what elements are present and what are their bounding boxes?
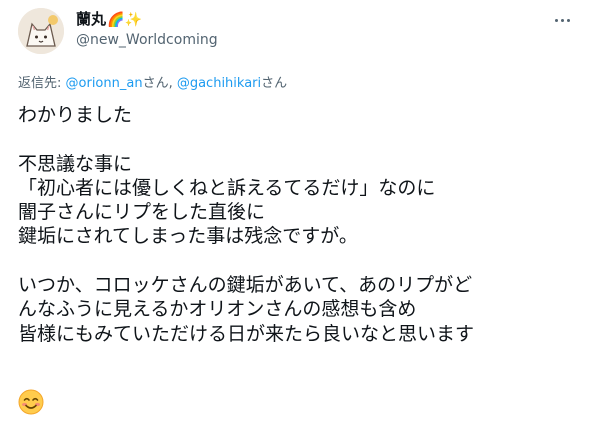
user-handle[interactable]: @new_Worldcoming: [76, 33, 218, 47]
cat-avatar-icon[interactable]: [18, 8, 64, 54]
more-options-button[interactable]: [552, 14, 572, 26]
display-name[interactable]: 蘭丸: [76, 10, 106, 28]
tweet-line: 「初心者には優しくねと訴えるてるだけ」なのに: [18, 176, 436, 199]
mention-link-2[interactable]: @gachihikari: [177, 76, 261, 91]
tweet-line: んなふうに見えるかオリオンさんの感想も含め: [18, 298, 417, 321]
reply-sep-2: さん: [261, 76, 288, 91]
tweet-line: いつか、コロッケさんの鍵垢があいて、あのリプがど: [18, 274, 473, 297]
smiling-face-emoji-icon: [18, 389, 44, 415]
rainbow-sparkles-icon: 🌈✨: [107, 12, 142, 28]
dot-icon: [566, 18, 570, 22]
replying-to: 返信先: @orionn_anさん, @gachihikariさん: [18, 72, 287, 91]
tweet-line: 闇子さんにリプをした直後に: [18, 201, 266, 224]
tweet-line: 皆様にもみていただける日が来たら良いなと思います: [18, 322, 475, 345]
reply-prefix: 返信先:: [18, 76, 66, 91]
tweet-text: わかりました 不思議な事に 「初心者には優しくねと訴えるてるだけ」なのに 闇子さ…: [18, 103, 578, 346]
dot-icon: [554, 18, 558, 22]
tweet-line: わかりました: [18, 104, 133, 126]
dot-icon: [560, 18, 564, 22]
reply-sep-1: さん,: [142, 76, 177, 91]
tweet-line: 鍵垢にされてしまった事は残念ですが。: [18, 225, 358, 248]
tweet: 蘭丸🌈✨ @new_Worldcoming 返信先: @orionn_anさん,…: [0, 0, 590, 430]
author-info: 蘭丸🌈✨ @new_Worldcoming: [76, 10, 218, 48]
tweet-line: 不思議な事に: [18, 152, 133, 175]
mention-link-1[interactable]: @orionn_an: [66, 76, 143, 91]
